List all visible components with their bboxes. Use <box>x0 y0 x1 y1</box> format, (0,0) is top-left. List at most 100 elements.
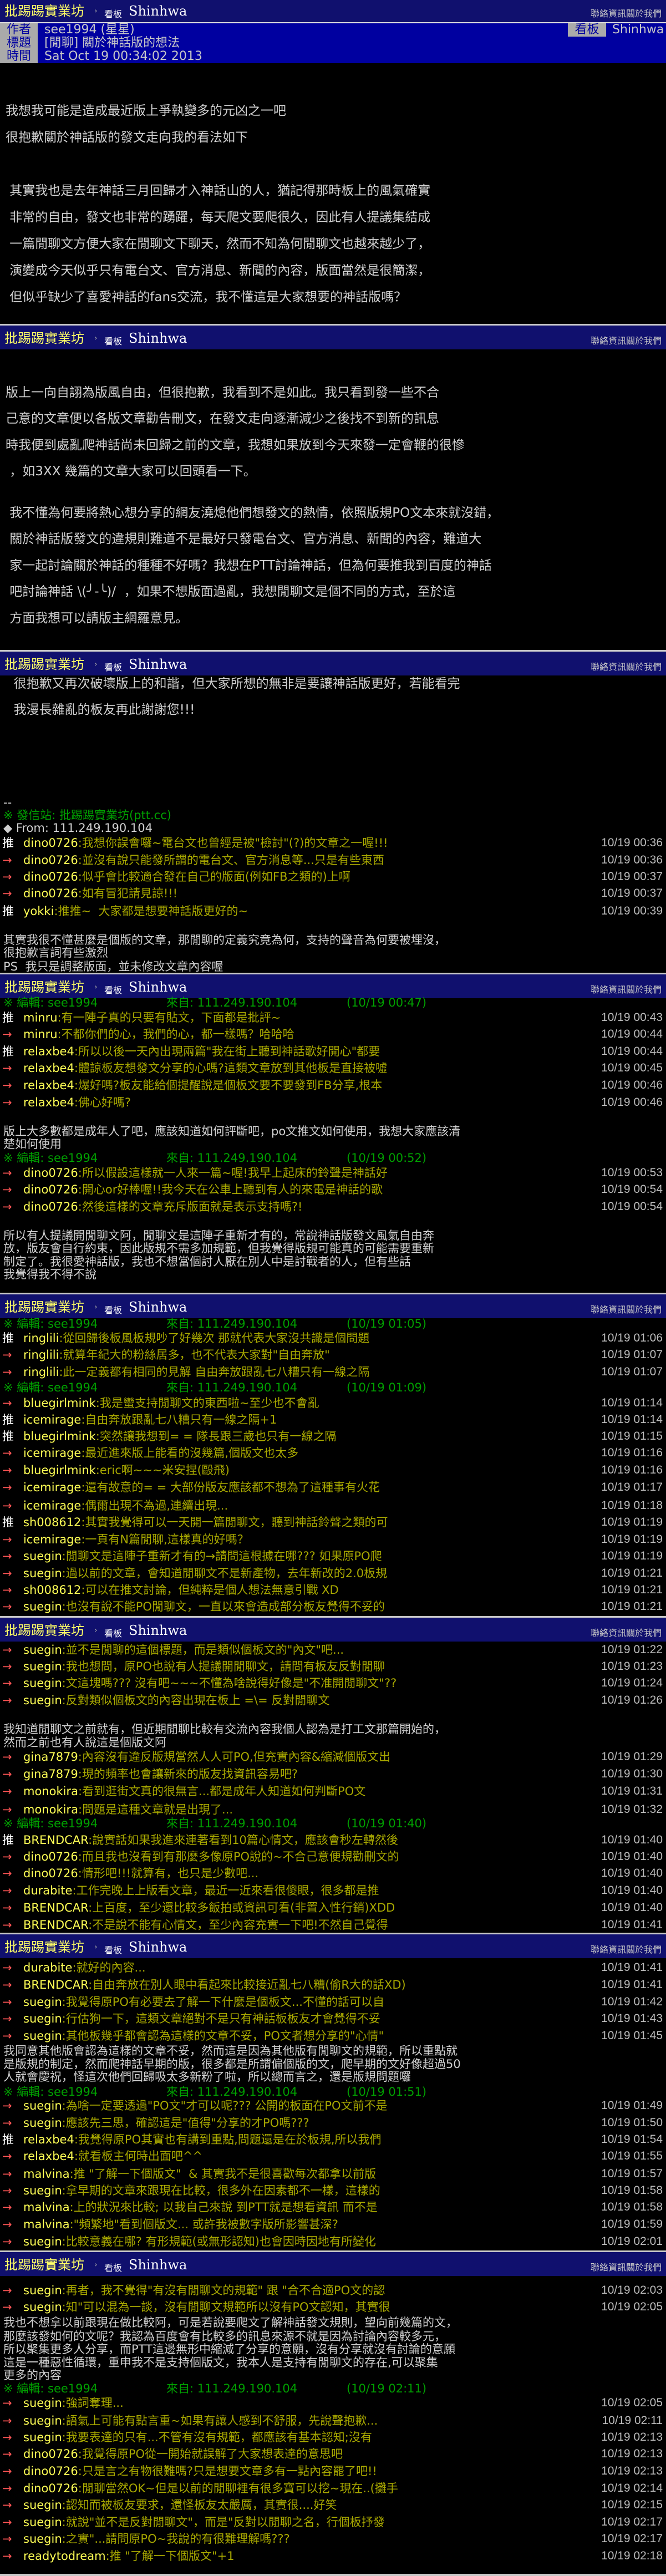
push-userid[interactable]: suegin <box>23 2184 62 2197</box>
contact-link[interactable]: 聯絡資訊 <box>591 1304 626 1315</box>
push-userid[interactable]: dino0726 <box>23 887 78 900</box>
push-userid[interactable]: suegin <box>23 1676 62 1690</box>
push-userid[interactable]: relaxbe4 <box>23 1061 74 1075</box>
push-userid[interactable]: suegin <box>23 1600 62 1613</box>
push-userid[interactable]: yokki <box>23 905 54 918</box>
push-userid[interactable]: suegin <box>23 2284 62 2297</box>
site-logo-link[interactable]: 批踢踢實業坊 <box>4 1299 84 1315</box>
push-userid[interactable]: suegin <box>23 2012 62 2025</box>
push-userid[interactable]: readytodream <box>23 2549 106 2563</box>
contact-link[interactable]: 聯絡資訊 <box>591 662 626 672</box>
contact-link[interactable]: 聯絡資訊 <box>591 336 626 346</box>
push-userid[interactable]: ringlili <box>23 1332 59 1345</box>
site-logo-link[interactable]: 批踢踢實業坊 <box>4 331 84 346</box>
push-userid[interactable]: icemirage <box>23 1499 81 1512</box>
contact-link[interactable]: 聯絡資訊 <box>591 1944 626 1955</box>
push-userid[interactable]: dino0726 <box>23 1183 78 1196</box>
push-userid[interactable]: malvina <box>23 2201 70 2214</box>
push-userid[interactable]: ringlili <box>23 1348 59 1361</box>
push-userid[interactable]: BRENDCAR <box>23 1978 88 1991</box>
push-userid[interactable]: dino0726 <box>23 870 78 883</box>
push-userid[interactable]: minru <box>23 1028 58 1041</box>
push-userid[interactable]: suegin <box>23 2235 62 2248</box>
about-link[interactable]: 關於我們 <box>626 662 662 672</box>
about-link[interactable]: 關於我們 <box>626 336 662 346</box>
push-userid[interactable]: monokira <box>23 1803 78 1816</box>
breadcrumb-board-link[interactable]: Shinhwa <box>129 1299 187 1315</box>
about-link[interactable]: 關於我們 <box>626 8 662 19</box>
push-userid[interactable]: suegin <box>23 1643 62 1657</box>
about-link[interactable]: 關於我們 <box>626 984 662 995</box>
push-userid[interactable]: suegin <box>23 1567 62 1580</box>
push-userid[interactable]: dino0726 <box>23 853 78 867</box>
push-userid[interactable]: suegin <box>23 1660 62 1673</box>
push-userid[interactable]: bluegirlmink <box>23 1464 96 1477</box>
push-userid[interactable]: suegin <box>23 2532 62 2545</box>
push-userid[interactable]: relaxbe4 <box>23 1045 74 1058</box>
push-userid[interactable]: ringlili <box>23 1365 59 1379</box>
push-userid[interactable]: dino0726 <box>23 836 78 850</box>
push-userid[interactable]: suegin <box>23 2300 62 2314</box>
push-userid[interactable]: icemirage <box>23 1446 81 1460</box>
push-userid[interactable]: relaxbe4 <box>23 1096 74 1109</box>
push-userid[interactable]: gina7879 <box>23 1750 78 1764</box>
push-userid[interactable]: suegin <box>23 2516 62 2529</box>
push-userid[interactable]: dino0726 <box>23 1200 78 1213</box>
breadcrumb-board-link[interactable]: Shinhwa <box>129 657 187 672</box>
site-logo-link[interactable]: 批踢踢實業坊 <box>4 3 84 19</box>
breadcrumb-board-link[interactable]: Shinhwa <box>129 2257 187 2273</box>
push-userid[interactable]: suegin <box>23 2431 62 2444</box>
push-userid[interactable]: dino0726 <box>23 1850 78 1863</box>
push-userid[interactable]: relaxbe4 <box>23 1079 74 1092</box>
breadcrumb-board-link[interactable]: Shinhwa <box>129 979 187 995</box>
push-userid[interactable]: malvina <box>23 2167 70 2181</box>
push-userid[interactable]: dino0726 <box>23 1166 78 1180</box>
push-userid[interactable]: suegin <box>23 1995 62 2009</box>
push-userid[interactable]: suegin <box>23 2396 62 2410</box>
breadcrumb-board-link[interactable]: Shinhwa <box>129 1939 187 1955</box>
contact-link[interactable]: 聯絡資訊 <box>591 8 626 19</box>
push-userid[interactable]: suegin <box>23 2414 62 2427</box>
contact-link[interactable]: 聯絡資訊 <box>591 1628 626 1638</box>
push-userid[interactable]: dino0726 <box>23 1867 78 1880</box>
site-logo-link[interactable]: 批踢踢實業坊 <box>4 2257 84 2273</box>
about-link[interactable]: 關於我們 <box>626 1628 662 1638</box>
push-userid[interactable]: suegin <box>23 2116 62 2130</box>
push-userid[interactable]: suegin <box>23 2498 62 2512</box>
breadcrumb-board-link[interactable]: Shinhwa <box>129 3 187 19</box>
push-userid[interactable]: relaxbe4 <box>23 2133 74 2146</box>
push-userid[interactable]: icemirage <box>23 1413 81 1426</box>
contact-link[interactable]: 聯絡資訊 <box>591 984 626 995</box>
push-userid[interactable]: dino0726 <box>23 2482 78 2495</box>
push-userid[interactable]: gina7879 <box>23 1767 78 1781</box>
push-userid[interactable]: minru <box>23 1011 58 1024</box>
site-logo-link[interactable]: 批踢踢實業坊 <box>4 979 84 995</box>
about-link[interactable]: 關於我們 <box>626 2262 662 2273</box>
push-userid[interactable]: icemirage <box>23 1481 81 1494</box>
site-logo-link[interactable]: 批踢踢實業坊 <box>4 657 84 672</box>
push-userid[interactable]: sh008612 <box>23 1516 81 1529</box>
breadcrumb-board-link[interactable]: Shinhwa <box>129 331 187 346</box>
push-userid[interactable]: bluegirlmink <box>23 1396 96 1410</box>
about-link[interactable]: 關於我們 <box>626 1944 662 1955</box>
push-userid[interactable]: dino0726 <box>23 2465 78 2478</box>
push-userid[interactable]: suegin <box>23 1549 62 1563</box>
push-userid[interactable]: BRENDCAR <box>23 1901 88 1914</box>
push-userid[interactable]: sh008612 <box>23 1583 81 1597</box>
push-userid[interactable]: BRENDCAR <box>23 1918 88 1932</box>
push-userid[interactable]: durabite <box>23 1961 72 1974</box>
push-userid[interactable]: suegin <box>23 2099 62 2112</box>
about-link[interactable]: 關於我們 <box>626 1304 662 1315</box>
push-userid[interactable]: bluegirlmink <box>23 1430 96 1443</box>
push-userid[interactable]: monokira <box>23 1785 78 1798</box>
breadcrumb-board-link[interactable]: Shinhwa <box>129 1623 187 1638</box>
push-userid[interactable]: relaxbe4 <box>23 2150 74 2163</box>
site-logo-link[interactable]: 批踢踢實業坊 <box>4 1939 84 1955</box>
push-userid[interactable]: suegin <box>23 2029 62 2042</box>
push-userid[interactable]: dino0726 <box>23 2447 78 2461</box>
push-userid[interactable]: icemirage <box>23 1533 81 1546</box>
push-userid[interactable]: suegin <box>23 1694 62 1707</box>
push-userid[interactable]: BRENDCAR <box>23 1833 88 1847</box>
contact-link[interactable]: 聯絡資訊 <box>591 2262 626 2273</box>
push-userid[interactable]: durabite <box>23 1884 72 1897</box>
